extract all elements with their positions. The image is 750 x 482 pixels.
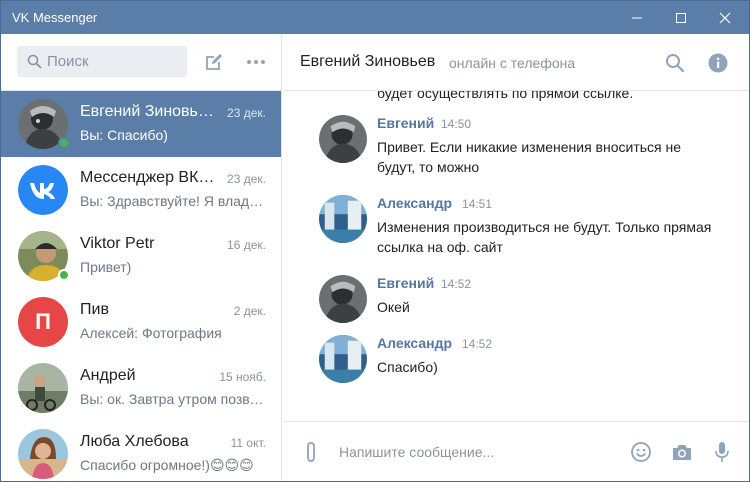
camera-button[interactable]	[670, 440, 694, 464]
message-text: Окей	[377, 299, 410, 315]
close-button[interactable]	[703, 1, 747, 34]
chat-preview: Привет)	[80, 259, 132, 275]
avatar	[18, 165, 68, 215]
search-bar	[1, 34, 281, 91]
chat-name: Евгений Зиновьев	[80, 103, 215, 120]
message-text-partial: будет осуществлять по прямой ссылке.	[377, 91, 634, 101]
chat-preview: Спасибо огромное!)😊😊😊	[80, 457, 254, 473]
message-input[interactable]	[339, 440, 609, 464]
search-input[interactable]	[47, 46, 182, 77]
message-author[interactable]: Евгений	[377, 275, 434, 291]
title-bar: VK Messenger	[1, 1, 749, 34]
search-box[interactable]	[17, 46, 187, 77]
chat-item-lyuba[interactable]: Люба Хлебова 11 окт. Спасибо огромное!)😊…	[1, 421, 281, 481]
chat-date: 11 окт.	[230, 436, 266, 450]
maximize-icon	[676, 12, 686, 23]
camera-icon	[673, 445, 691, 460]
chat-date: 2 дек.	[233, 304, 266, 318]
maximize-button[interactable]	[659, 1, 703, 34]
avatar	[319, 115, 367, 163]
avatar	[319, 195, 367, 243]
message-author[interactable]: Александр	[377, 335, 452, 351]
message-author[interactable]: Александр	[377, 195, 452, 211]
chat-date: 23 дек.	[227, 172, 266, 186]
chat-name: Люба Хлебова	[80, 433, 189, 450]
avatar	[18, 363, 68, 413]
message-time: 14:50	[441, 117, 472, 131]
minimize-icon	[632, 17, 642, 18]
online-indicator	[58, 137, 70, 149]
avatar	[319, 275, 367, 323]
chat-date: 23 дек.	[227, 106, 266, 120]
conversation-panel: Евгений Зиновьев онлайн с телефона будет…	[283, 34, 749, 481]
smiley-icon	[631, 442, 651, 462]
app-window: VK Messenger Поиск Евгений Зиновьев 23 д…	[0, 0, 750, 482]
search-icon	[27, 54, 42, 69]
message-text: Спасибо)	[377, 359, 438, 375]
online-status: онлайн с телефона	[449, 55, 576, 71]
message-time: 14:52	[441, 277, 472, 291]
message-text: Изменения производиться не будут. Только…	[377, 219, 712, 255]
info-button[interactable]	[706, 51, 730, 75]
avatar-letter: П	[18, 297, 68, 347]
paperclip-icon	[307, 442, 315, 462]
chat-name: Viktor Petr	[80, 235, 155, 252]
message-history: будет осуществлять по прямой ссылке. Евг…	[283, 91, 749, 421]
chat-preview: Вы: ок. Завтра утром позвоню	[80, 391, 268, 407]
window-title: VK Messenger	[12, 10, 98, 25]
chat-date: 15 нояб.	[219, 370, 266, 384]
search-messages-button[interactable]	[663, 51, 687, 75]
attach-button[interactable]	[299, 439, 323, 465]
message-composer	[283, 421, 749, 481]
chat-name: Мессенджер ВКонтакте	[80, 169, 215, 186]
chat-preview: Вы: Здравствуйте! Я владелец группы	[80, 193, 268, 209]
chat-list-panel: Евгений Зиновьев 23 дек. Вы: Спасибо) Ме…	[1, 34, 282, 481]
avatar	[319, 335, 367, 383]
emoji-button[interactable]	[629, 440, 653, 464]
info-icon	[708, 53, 728, 73]
compose-button[interactable]	[202, 50, 226, 74]
chat-item-viktor[interactable]: Viktor Petr 16 дек. Привет)	[1, 223, 281, 289]
chat-item-vk-messenger[interactable]: Мессенджер ВКонтакте 23 дек. Вы: Здравст…	[1, 157, 281, 223]
message-time: 14:52	[462, 337, 493, 351]
chat-name: Андрей	[80, 367, 136, 384]
avatar	[18, 429, 68, 479]
message-text: Привет. Если никакие изменения вноситься…	[377, 139, 682, 175]
message-time: 14:51	[462, 197, 493, 211]
more-dots-icon	[247, 60, 265, 64]
chat-item-piv[interactable]: П Пив 2 дек. Алексей: Фотография	[1, 289, 281, 355]
conversation-header: Евгений Зиновьев онлайн с телефона	[283, 34, 749, 91]
message-author[interactable]: Евгений	[377, 115, 434, 131]
chat-preview: Алексей: Фотография	[80, 325, 222, 341]
microphone-icon	[715, 442, 729, 462]
voice-button[interactable]	[710, 440, 734, 464]
chat-item-evgeny[interactable]: Евгений Зиновьев 23 дек. Вы: Спасибо)	[1, 91, 281, 157]
conversation-title[interactable]: Евгений Зиновьев	[300, 53, 435, 71]
avatar-initial: П	[35, 309, 51, 334]
close-icon	[719, 12, 731, 23]
vk-logo-icon	[18, 165, 68, 215]
chat-name: Пив	[80, 301, 109, 318]
minimize-button[interactable]	[615, 1, 659, 34]
chat-preview: Вы: Спасибо)	[80, 127, 168, 143]
more-button[interactable]	[244, 50, 268, 74]
search-icon	[666, 54, 685, 73]
online-indicator	[58, 269, 70, 281]
chat-item-andrey[interactable]: Андрей 15 нояб. Вы: ок. Завтра утром поз…	[1, 355, 281, 421]
compose-icon	[206, 54, 222, 70]
chat-date: 16 дек.	[227, 238, 266, 252]
